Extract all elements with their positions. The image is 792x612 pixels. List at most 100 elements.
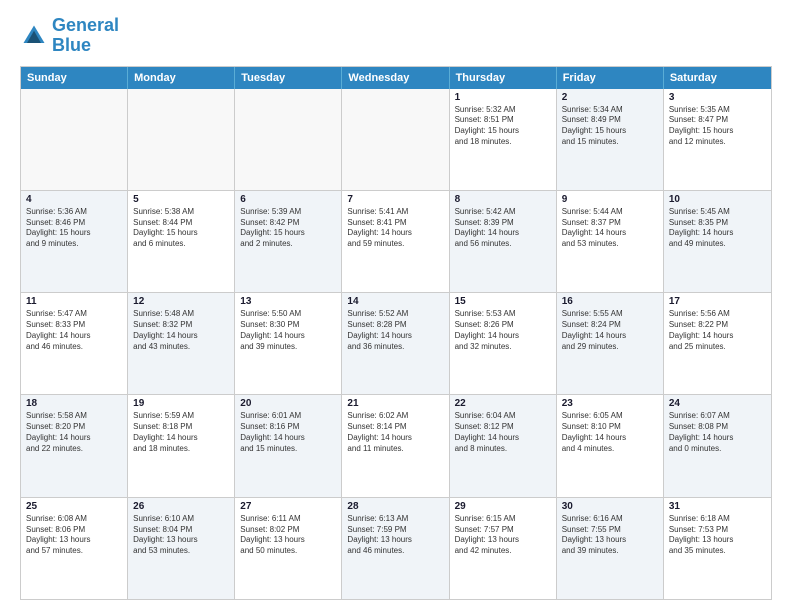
day-info: Sunrise: 5:50 AM Sunset: 8:30 PM Dayligh… xyxy=(240,309,336,352)
day-info: Sunrise: 5:58 AM Sunset: 8:20 PM Dayligh… xyxy=(26,411,122,454)
day-info: Sunrise: 5:55 AM Sunset: 8:24 PM Dayligh… xyxy=(562,309,658,352)
day-number: 14 xyxy=(347,296,443,307)
day-number: 24 xyxy=(669,398,766,409)
day-info: Sunrise: 5:42 AM Sunset: 8:39 PM Dayligh… xyxy=(455,207,551,250)
header-day-monday: Monday xyxy=(128,67,235,89)
day-26: 26 Sunrise: 6:10 AM Sunset: 8:04 PM Dayli… xyxy=(128,498,235,599)
header-day-wednesday: Wednesday xyxy=(342,67,449,89)
day-info: Sunrise: 6:13 AM Sunset: 7:59 PM Dayligh… xyxy=(347,514,443,557)
empty-cell xyxy=(342,89,449,190)
day-8: 8 Sunrise: 5:42 AM Sunset: 8:39 PM Daylig… xyxy=(450,191,557,292)
day-info: Sunrise: 5:32 AM Sunset: 8:51 PM Dayligh… xyxy=(455,105,551,148)
week-row-2: 4Sunrise: 5:36 AM Sunset: 8:46 PM Daylig… xyxy=(21,191,771,293)
day-number: 18 xyxy=(26,398,122,409)
calendar-body: 1 Sunrise: 5:32 AM Sunset: 8:51 PM Daylig… xyxy=(21,89,771,599)
day-number: 21 xyxy=(347,398,443,409)
day-info: Sunrise: 6:02 AM Sunset: 8:14 PM Dayligh… xyxy=(347,411,443,454)
week-row-3: 11Sunrise: 5:47 AM Sunset: 8:33 PM Dayli… xyxy=(21,293,771,395)
calendar-header: SundayMondayTuesdayWednesdayThursdayFrid… xyxy=(21,67,771,89)
day-info: Sunrise: 6:05 AM Sunset: 8:10 PM Dayligh… xyxy=(562,411,658,454)
empty-cell xyxy=(128,89,235,190)
day-2: 2Sunrise: 5:34 AM Sunset: 8:49 PM Daylig… xyxy=(557,89,664,190)
header: General Blue xyxy=(20,16,772,56)
day-number: 27 xyxy=(240,501,336,512)
day-25: 25Sunrise: 6:08 AM Sunset: 8:06 PM Dayli… xyxy=(21,498,128,599)
day-info: Sunrise: 5:34 AM Sunset: 8:49 PM Dayligh… xyxy=(562,105,658,148)
day-number: 25 xyxy=(26,501,122,512)
day-number: 23 xyxy=(562,398,658,409)
day-4: 4Sunrise: 5:36 AM Sunset: 8:46 PM Daylig… xyxy=(21,191,128,292)
day-info: Sunrise: 6:10 AM Sunset: 8:04 PM Dayligh… xyxy=(133,514,229,557)
empty-cell xyxy=(235,89,342,190)
day-1: 1 Sunrise: 5:32 AM Sunset: 8:51 PM Daylig… xyxy=(450,89,557,190)
header-day-tuesday: Tuesday xyxy=(235,67,342,89)
day-number: 22 xyxy=(455,398,551,409)
logo: General Blue xyxy=(20,16,119,56)
day-13: 13Sunrise: 5:50 AM Sunset: 8:30 PM Dayli… xyxy=(235,293,342,394)
day-number: 1 xyxy=(455,92,551,103)
day-number: 28 xyxy=(347,501,443,512)
day-number: 10 xyxy=(669,194,766,205)
day-9: 9 Sunrise: 5:44 AM Sunset: 8:37 PM Daylig… xyxy=(557,191,664,292)
day-info: Sunrise: 5:44 AM Sunset: 8:37 PM Dayligh… xyxy=(562,207,658,250)
day-number: 20 xyxy=(240,398,336,409)
day-14: 14 Sunrise: 5:52 AM Sunset: 8:28 PM Dayli… xyxy=(342,293,449,394)
day-info: Sunrise: 6:01 AM Sunset: 8:16 PM Dayligh… xyxy=(240,411,336,454)
day-7: 7 Sunrise: 5:41 AM Sunset: 8:41 PM Daylig… xyxy=(342,191,449,292)
week-row-5: 25Sunrise: 6:08 AM Sunset: 8:06 PM Dayli… xyxy=(21,498,771,599)
day-30: 30Sunrise: 6:16 AM Sunset: 7:55 PM Dayli… xyxy=(557,498,664,599)
day-number: 4 xyxy=(26,194,122,205)
day-number: 6 xyxy=(240,194,336,205)
day-number: 31 xyxy=(669,501,766,512)
day-number: 16 xyxy=(562,296,658,307)
day-21: 21 Sunrise: 6:02 AM Sunset: 8:14 PM Dayli… xyxy=(342,395,449,496)
day-10: 10 Sunrise: 5:45 AM Sunset: 8:35 PM Dayli… xyxy=(664,191,771,292)
day-number: 8 xyxy=(455,194,551,205)
day-info: Sunrise: 5:59 AM Sunset: 8:18 PM Dayligh… xyxy=(133,411,229,454)
day-number: 26 xyxy=(133,501,229,512)
day-info: Sunrise: 6:11 AM Sunset: 8:02 PM Dayligh… xyxy=(240,514,336,557)
day-info: Sunrise: 5:45 AM Sunset: 8:35 PM Dayligh… xyxy=(669,207,766,250)
header-day-thursday: Thursday xyxy=(450,67,557,89)
day-number: 30 xyxy=(562,501,658,512)
day-11: 11Sunrise: 5:47 AM Sunset: 8:33 PM Dayli… xyxy=(21,293,128,394)
day-31: 31Sunrise: 6:18 AM Sunset: 7:53 PM Dayli… xyxy=(664,498,771,599)
day-27: 27 Sunrise: 6:11 AM Sunset: 8:02 PM Dayli… xyxy=(235,498,342,599)
day-16: 16 Sunrise: 5:55 AM Sunset: 8:24 PM Dayli… xyxy=(557,293,664,394)
day-number: 12 xyxy=(133,296,229,307)
day-info: Sunrise: 5:35 AM Sunset: 8:47 PM Dayligh… xyxy=(669,105,766,148)
day-15: 15Sunrise: 5:53 AM Sunset: 8:26 PM Dayli… xyxy=(450,293,557,394)
day-number: 17 xyxy=(669,296,766,307)
day-number: 5 xyxy=(133,194,229,205)
header-day-sunday: Sunday xyxy=(21,67,128,89)
day-number: 29 xyxy=(455,501,551,512)
day-6: 6Sunrise: 5:39 AM Sunset: 8:42 PM Daylig… xyxy=(235,191,342,292)
week-row-1: 1 Sunrise: 5:32 AM Sunset: 8:51 PM Daylig… xyxy=(21,89,771,191)
day-info: Sunrise: 5:41 AM Sunset: 8:41 PM Dayligh… xyxy=(347,207,443,250)
day-3: 3 Sunrise: 5:35 AM Sunset: 8:47 PM Daylig… xyxy=(664,89,771,190)
day-23: 23 Sunrise: 6:05 AM Sunset: 8:10 PM Dayli… xyxy=(557,395,664,496)
day-info: Sunrise: 6:07 AM Sunset: 8:08 PM Dayligh… xyxy=(669,411,766,454)
day-info: Sunrise: 5:48 AM Sunset: 8:32 PM Dayligh… xyxy=(133,309,229,352)
header-day-friday: Friday xyxy=(557,67,664,89)
day-5: 5 Sunrise: 5:38 AM Sunset: 8:44 PM Daylig… xyxy=(128,191,235,292)
day-20: 20 Sunrise: 6:01 AM Sunset: 8:16 PM Dayli… xyxy=(235,395,342,496)
day-info: Sunrise: 5:52 AM Sunset: 8:28 PM Dayligh… xyxy=(347,309,443,352)
page: General Blue SundayMondayTuesdayWednesda… xyxy=(0,0,792,612)
day-number: 15 xyxy=(455,296,551,307)
day-info: Sunrise: 5:47 AM Sunset: 8:33 PM Dayligh… xyxy=(26,309,122,352)
day-number: 19 xyxy=(133,398,229,409)
day-17: 17Sunrise: 5:56 AM Sunset: 8:22 PM Dayli… xyxy=(664,293,771,394)
logo-icon xyxy=(20,22,48,50)
day-number: 9 xyxy=(562,194,658,205)
day-number: 7 xyxy=(347,194,443,205)
day-info: Sunrise: 5:38 AM Sunset: 8:44 PM Dayligh… xyxy=(133,207,229,250)
day-number: 3 xyxy=(669,92,766,103)
calendar: SundayMondayTuesdayWednesdayThursdayFrid… xyxy=(20,66,772,600)
logo-text: General Blue xyxy=(52,16,119,56)
day-24: 24 Sunrise: 6:07 AM Sunset: 8:08 PM Dayli… xyxy=(664,395,771,496)
day-info: Sunrise: 6:15 AM Sunset: 7:57 PM Dayligh… xyxy=(455,514,551,557)
day-19: 19 Sunrise: 5:59 AM Sunset: 8:18 PM Dayli… xyxy=(128,395,235,496)
day-info: Sunrise: 6:04 AM Sunset: 8:12 PM Dayligh… xyxy=(455,411,551,454)
day-28: 28 Sunrise: 6:13 AM Sunset: 7:59 PM Dayli… xyxy=(342,498,449,599)
